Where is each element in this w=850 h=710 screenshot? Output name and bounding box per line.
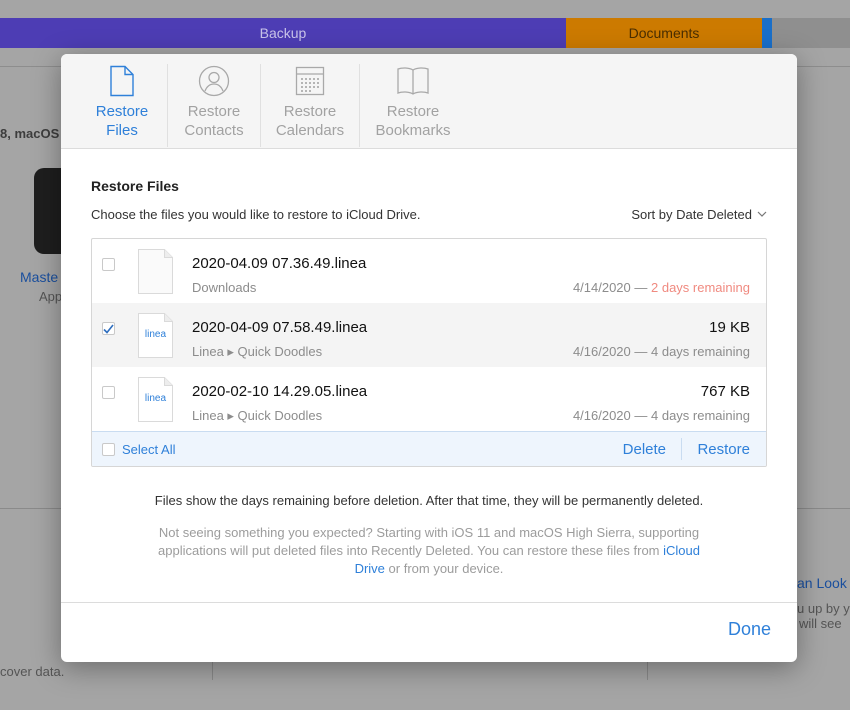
document-icon <box>104 64 140 98</box>
file-deleted-date: 4/16/2020 — <box>572 344 651 359</box>
instruction-row: Choose the files you would like to resto… <box>91 207 767 222</box>
file-deleted-date: 4/14/2020 — <box>572 280 651 295</box>
background-device-text: 8, macOS <box>0 126 60 141</box>
deletion-note: Files show the days remaining before del… <box>154 493 704 508</box>
dialog-footer: Done <box>61 602 797 662</box>
section-title: Restore Files <box>91 178 179 194</box>
file-deletion-info: 4/14/2020 — 2 days remaining <box>573 280 750 295</box>
instruction-text: Choose the files you would like to resto… <box>91 207 421 222</box>
storage-bar: Backup Documents <box>0 18 850 48</box>
file-row[interactable]: linea 2020-04-09 07.58.49.linea 19 KB Li… <box>92 303 766 367</box>
tab-label: Restore Bookmarks <box>375 103 451 139</box>
select-all-link[interactable]: Select All <box>122 442 175 457</box>
storage-segment-backup: Backup <box>0 18 566 48</box>
delete-button[interactable]: Delete <box>623 441 666 458</box>
bookmarks-icon <box>395 64 431 98</box>
action-separator <box>681 438 682 460</box>
background-right-text-2: will see <box>799 616 842 631</box>
checkmark-icon <box>103 324 114 334</box>
tab-label: Restore Calendars <box>275 103 345 139</box>
file-location: Downloads <box>192 280 257 295</box>
file-location: Linea ▸ Quick Doodles <box>192 344 323 359</box>
background-bottom-text: cover data. <box>0 664 65 679</box>
file-icon-label: linea <box>144 329 167 340</box>
tab-label: Restore Contacts <box>184 103 244 139</box>
help-text: Not seeing something you expected? Start… <box>91 524 767 578</box>
file-size: 767 KB <box>700 383 750 400</box>
background-app-sub: App <box>39 289 63 304</box>
help-text-before: Not seeing something you expected? Start… <box>158 525 700 558</box>
tab-restore-calendars[interactable]: Restore Calendars <box>261 54 359 148</box>
background-vline <box>212 662 213 680</box>
background-right-text-1: u up by y <box>797 601 850 616</box>
restore-button[interactable]: Restore <box>697 441 750 458</box>
file-checkbox[interactable] <box>102 386 115 399</box>
file-name: 2020-04-09 07.58.49.linea <box>192 319 368 336</box>
file-deletion-info: 4/16/2020 — 4 days remaining <box>573 408 750 423</box>
tab-restore-files[interactable]: Restore Files <box>77 54 167 148</box>
storage-segment-free <box>772 18 850 48</box>
restore-tabs: Restore Files Restore Contacts Restore C… <box>61 54 797 149</box>
sort-dropdown[interactable]: Sort by Date Deleted <box>631 207 767 222</box>
file-location: Linea ▸ Quick Doodles <box>192 408 323 423</box>
background-vline <box>647 662 648 680</box>
chevron-down-icon <box>757 211 767 217</box>
background-app-link: Maste <box>20 269 59 285</box>
file-row[interactable]: linea 2020-02-10 14.29.05.linea 767 KB L… <box>92 367 766 431</box>
tab-restore-bookmarks[interactable]: Restore Bookmarks <box>360 54 466 148</box>
file-row[interactable]: 2020-04.09 07.36.49.linea Downloads 4/14… <box>92 239 766 303</box>
sort-label: Sort by Date Deleted <box>631 207 752 222</box>
file-days-remaining: 4 days remaining <box>651 344 750 359</box>
file-days-remaining: 4 days remaining <box>651 408 750 423</box>
select-all-checkbox[interactable] <box>102 443 115 456</box>
storage-segment-other <box>762 18 772 48</box>
help-text-after: or from your device. <box>384 561 504 576</box>
file-checkbox[interactable] <box>102 322 115 335</box>
file-checkbox[interactable] <box>102 258 115 271</box>
file-days-remaining: 2 days remaining <box>651 280 750 295</box>
file-icon <box>138 249 173 294</box>
calendar-icon <box>292 64 328 98</box>
done-button[interactable]: Done <box>728 619 771 640</box>
tab-restore-contacts[interactable]: Restore Contacts <box>168 54 260 148</box>
background-right-link: an Look <box>797 575 847 591</box>
file-deletion-info: 4/16/2020 — 4 days remaining <box>573 344 750 359</box>
tab-label: Restore Files <box>95 103 149 139</box>
file-name: 2020-02-10 14.29.05.linea <box>192 383 368 400</box>
file-deleted-date: 4/16/2020 — <box>572 408 651 423</box>
storage-segment-documents: Documents <box>566 18 762 48</box>
deleted-files-list: 2020-04.09 07.36.49.linea Downloads 4/14… <box>91 238 767 467</box>
list-action-bar: Select All Delete Restore <box>92 431 766 466</box>
file-icon-label: linea <box>144 393 167 404</box>
dialog-content: Restore Files Choose the files you would… <box>61 178 797 578</box>
file-name: 2020-04.09 07.36.49.linea <box>192 255 367 272</box>
file-size: 19 KB <box>709 319 750 336</box>
contacts-icon <box>196 64 232 98</box>
restore-files-dialog: Restore Files Restore Contacts Restore C… <box>61 54 797 662</box>
